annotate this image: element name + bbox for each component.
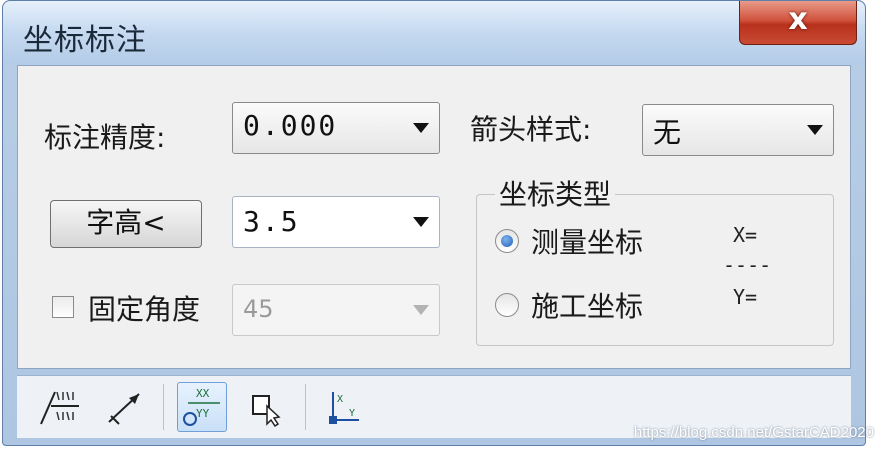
construction-coord-radio[interactable]	[495, 293, 519, 317]
coordinate-annotation-dialog: 坐标标注 x 标注精度: 0.000 箭头样式: 无 字高< 3.5 固定角度 …	[2, 0, 866, 446]
precision-label: 标注精度:	[44, 121, 166, 154]
axis-origin-button[interactable]: X Y	[319, 382, 369, 432]
radio-selected-dot	[501, 235, 513, 247]
text-height-button[interactable]: 字高<	[50, 200, 202, 248]
leader-arrow-icon	[108, 393, 140, 425]
toolbar-separator	[305, 384, 306, 430]
fixed-angle-checkbox[interactable]	[52, 296, 74, 318]
close-icon: x	[788, 2, 808, 37]
chevron-down-icon	[413, 217, 429, 227]
chevron-down-icon	[413, 123, 429, 133]
text-height-combo[interactable]: 3.5	[232, 196, 440, 248]
fixed-angle-label: 固定角度	[88, 293, 201, 326]
fixed-angle-value: 45	[243, 295, 274, 323]
coordinate-xy-button[interactable]: XX YY	[177, 382, 227, 432]
select-pick-button[interactable]	[241, 382, 291, 432]
title-bar[interactable]: 坐标标注 x	[3, 1, 865, 65]
text-above-below-button[interactable]	[35, 382, 85, 432]
formula-divider: ----	[723, 253, 772, 277]
formula-x: X=	[733, 223, 758, 247]
measure-coord-radio[interactable]	[495, 229, 519, 253]
arrow-style-select[interactable]: 无	[642, 104, 834, 156]
measure-coord-label[interactable]: 测量坐标	[531, 221, 643, 261]
precision-value: 0.000	[243, 109, 338, 142]
fixed-angle-select: 45	[232, 284, 440, 336]
text-above-below-icon	[40, 391, 79, 425]
watermark-url: https://blog.csdn.net/GstarCAD2020	[633, 424, 874, 441]
axis-origin-icon: X Y	[329, 392, 359, 424]
construction-coord-label[interactable]: 施工坐标	[531, 285, 643, 325]
formula-y: Y=	[733, 285, 758, 309]
chevron-down-icon	[413, 305, 429, 315]
coord-type-group: 坐标类型 测量坐标 施工坐标 X= ---- Y=	[476, 173, 834, 346]
svg-text:YY: YY	[196, 407, 210, 420]
svg-text:X: X	[337, 394, 343, 405]
select-pick-icon	[252, 395, 281, 428]
dialog-title: 坐标标注	[23, 23, 147, 58]
arrow-style-value: 无	[653, 116, 684, 149]
dialog-body: 标注精度: 0.000 箭头样式: 无 字高< 3.5 固定角度 45 坐标类型…	[17, 65, 851, 369]
close-button[interactable]: x	[739, 1, 857, 45]
coord-type-title: 坐标类型	[495, 173, 616, 213]
text-height-value: 3.5	[243, 205, 300, 238]
arrow-style-label: 箭头样式:	[470, 113, 592, 146]
toolbar-separator	[163, 384, 164, 430]
chevron-down-icon	[807, 125, 823, 135]
svg-text:XX: XX	[196, 387, 210, 400]
precision-select[interactable]: 0.000	[232, 102, 440, 154]
leader-arrow-button[interactable]	[99, 382, 149, 432]
svg-text:Y: Y	[349, 408, 355, 419]
coordinate-xy-icon: XX YY	[183, 387, 220, 426]
